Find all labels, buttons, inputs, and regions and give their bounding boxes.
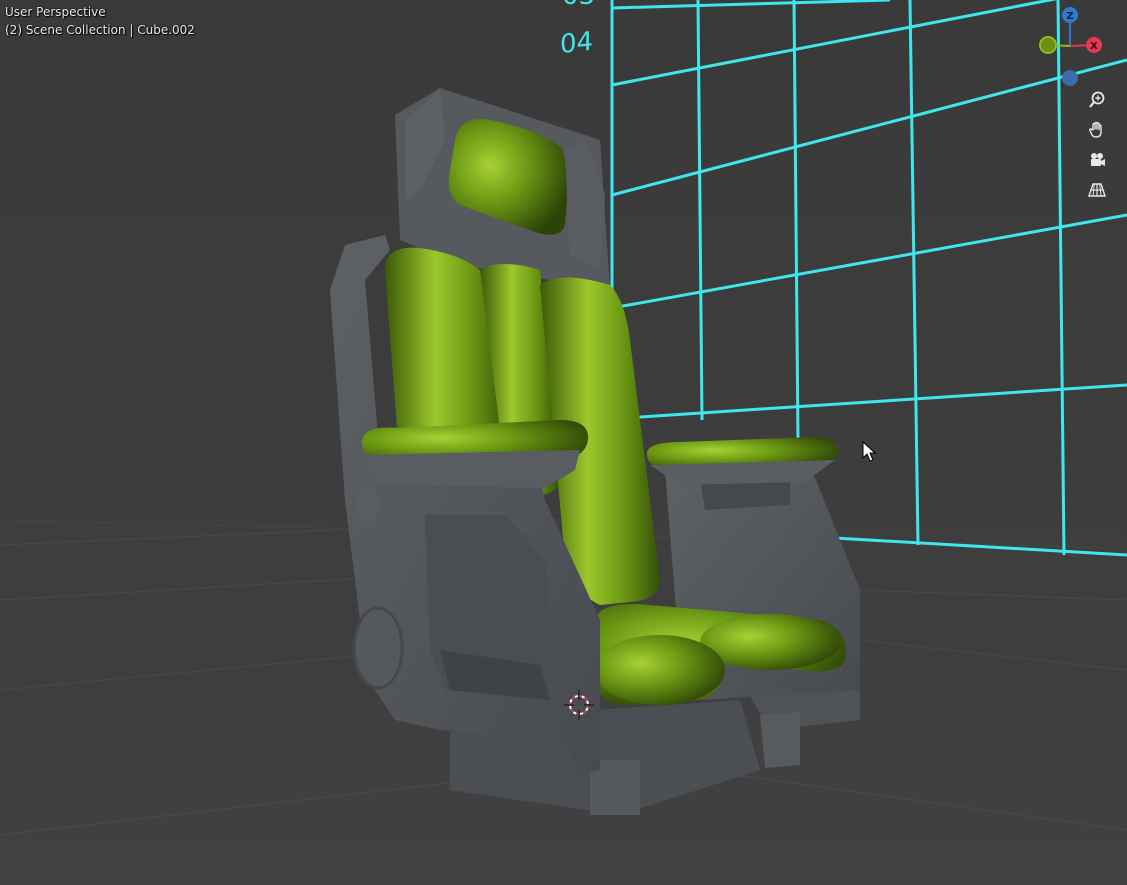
gizmo-neg-z[interactable] <box>1062 70 1078 86</box>
view-mode-label: User Perspective <box>5 5 106 19</box>
collection-label: (2) Scene Collection | Cube.002 <box>5 23 195 37</box>
hand-pan-icon <box>1089 121 1102 138</box>
camera-icon <box>1091 153 1105 166</box>
gizmo-x-axis[interactable]: X <box>1086 37 1102 53</box>
pan-button[interactable] <box>1084 117 1110 143</box>
zoom-icon <box>1089 91 1105 108</box>
gizmo-y-negative[interactable] <box>1039 36 1057 54</box>
gizmo-z-axis[interactable]: Z <box>1062 7 1078 23</box>
grid-perspective-icon <box>1088 183 1106 197</box>
navigation-gizmo[interactable]: Z X <box>1034 4 1106 90</box>
3d-viewport[interactable]: 04 03 <box>0 0 1127 885</box>
grid-label-04: 04 <box>560 27 593 60</box>
toggle-perspective-button[interactable] <box>1084 177 1110 203</box>
grid-label-03: 03 <box>562 0 595 11</box>
camera-view-button[interactable] <box>1084 147 1110 173</box>
scene-render: 04 03 <box>0 0 1127 836</box>
zoom-button[interactable] <box>1084 87 1110 113</box>
mouse-pointer-icon <box>862 441 877 462</box>
gizmo-z-label: Z <box>1066 11 1073 22</box>
gizmo-x-label: X <box>1090 41 1098 52</box>
